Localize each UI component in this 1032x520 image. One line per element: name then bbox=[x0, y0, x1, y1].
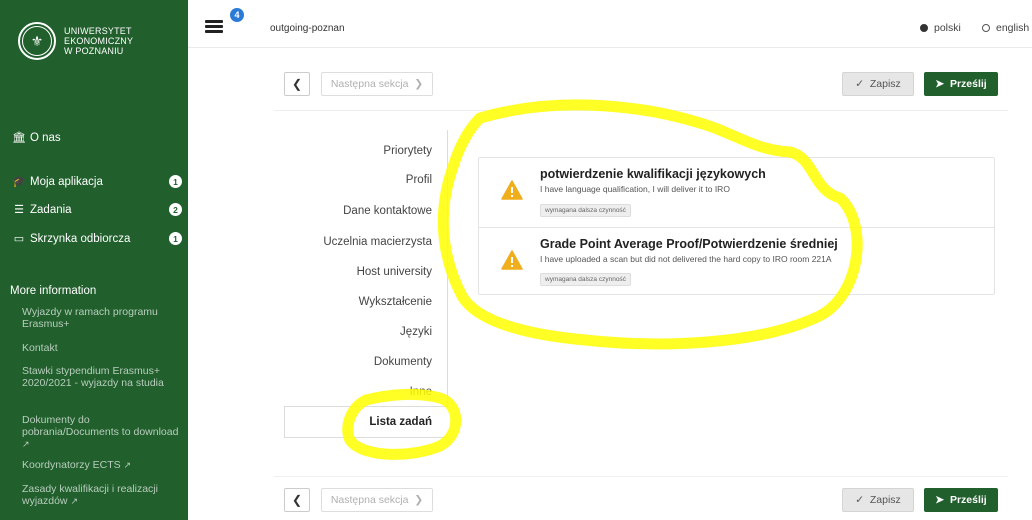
sidebar-item-label: O nas bbox=[30, 131, 61, 144]
logo-line-3: W POZNANIU bbox=[64, 46, 124, 56]
previous-section-button[interactable]: ❮ bbox=[284, 488, 310, 512]
hamburger-menu-icon[interactable] bbox=[205, 20, 223, 33]
section-lista-zadan[interactable]: Lista zadań bbox=[0, 416, 432, 428]
save-button[interactable]: ✓ Zapisz bbox=[842, 72, 914, 96]
save-label: Zapisz bbox=[869, 78, 901, 90]
submit-label: Prześlij bbox=[949, 494, 987, 506]
external-link-icon: ↗ bbox=[70, 496, 78, 506]
section-dane-kontaktowe[interactable]: Dane kontaktowe bbox=[0, 205, 432, 217]
paper-plane-icon: ➤ bbox=[935, 78, 945, 90]
more-link-ects-coordinators[interactable]: Koordynatorzy ECTS ↗ bbox=[22, 459, 182, 471]
top-bar: 4 outgoing-poznan polski english bbox=[188, 0, 1032, 48]
more-link-label: Koordynatorzy ECTS bbox=[22, 459, 121, 471]
task-item[interactable]: potwierdzenie kwalifikacji językowych I … bbox=[479, 158, 994, 227]
sidebar: ⚜ UNIWERSYTET EKONOMICZNY W POZNANIU 🏛 O… bbox=[0, 0, 188, 520]
chevron-right-icon: ❯ bbox=[414, 494, 424, 506]
task-description: I have uploaded a scan but did not deliv… bbox=[540, 254, 832, 264]
university-logo[interactable]: ⚜ UNIWERSYTET EKONOMICZNY W POZNANIU bbox=[18, 22, 133, 60]
chevron-left-icon: ❮ bbox=[291, 77, 303, 91]
previous-section-button[interactable]: ❮ bbox=[284, 72, 310, 96]
section-profil[interactable]: Profil bbox=[0, 174, 432, 186]
divider bbox=[274, 110, 1008, 111]
more-link-kontakt[interactable]: Kontakt bbox=[22, 342, 182, 354]
radio-selected-icon bbox=[920, 24, 928, 32]
lang-option-polski[interactable]: polski bbox=[920, 22, 961, 34]
warning-icon bbox=[501, 250, 523, 270]
breadcrumb: outgoing-poznan bbox=[270, 23, 345, 34]
task-list: potwierdzenie kwalifikacji językowych I … bbox=[478, 157, 995, 295]
university-seal-icon: ⚜ bbox=[18, 22, 56, 60]
lang-label: polski bbox=[934, 22, 961, 34]
next-section-label: Następna sekcja bbox=[330, 78, 409, 90]
task-description: I have language qualification, I will de… bbox=[540, 184, 730, 194]
section-host-university[interactable]: Host university bbox=[0, 266, 432, 278]
status-tag: wymagana dalsza czynność bbox=[540, 273, 631, 286]
checkmark-icon: ✓ bbox=[855, 78, 865, 90]
sidebar-item-o-nas[interactable]: 🏛 O nas bbox=[12, 131, 182, 145]
external-link-icon: ↗ bbox=[123, 460, 132, 470]
section-inne[interactable]: Inne bbox=[0, 386, 432, 398]
section-wyksztalcenie[interactable]: Wykształcenie bbox=[0, 296, 432, 308]
logo-line-2: EKONOMICZNY bbox=[64, 36, 134, 46]
next-section-label: Następna sekcja bbox=[330, 494, 409, 506]
chevron-right-icon: ❯ bbox=[414, 78, 424, 90]
next-section-button[interactable]: Następna sekcja ❯ bbox=[321, 72, 433, 96]
paper-plane-icon: ➤ bbox=[935, 494, 945, 506]
task-title: potwierdzenie kwalifikacji językowych bbox=[540, 167, 766, 181]
warning-icon bbox=[501, 180, 523, 200]
lang-option-english[interactable]: english bbox=[982, 22, 1029, 34]
submit-button[interactable]: ➤ Prześlij bbox=[924, 72, 998, 96]
more-link-qualification-rules[interactable]: Zasady kwalifikacji i realizacji wyjazdó… bbox=[22, 483, 182, 507]
notification-badge[interactable]: 4 bbox=[230, 8, 244, 22]
divider bbox=[274, 476, 1008, 477]
lang-label: english bbox=[996, 22, 1030, 34]
checkmark-icon: ✓ bbox=[855, 494, 865, 506]
section-priorytety[interactable]: Priorytety bbox=[0, 145, 432, 157]
submit-label: Prześlij bbox=[949, 78, 987, 90]
save-label: Zapisz bbox=[869, 494, 901, 506]
next-section-button[interactable]: Następna sekcja ❯ bbox=[321, 488, 433, 512]
chevron-left-icon: ❮ bbox=[291, 493, 303, 507]
more-link-label: Zasady kwalifikacji i realizacji wyjazdó… bbox=[22, 483, 158, 507]
task-title: Grade Point Average Proof/Potwierdzenie … bbox=[540, 237, 838, 251]
save-button[interactable]: ✓ Zapisz bbox=[842, 488, 914, 512]
institution-icon: 🏛 bbox=[12, 132, 26, 144]
radio-unselected-icon bbox=[982, 24, 990, 32]
external-link-icon: ↗ bbox=[22, 439, 30, 449]
status-tag: wymagana dalsza czynność bbox=[540, 204, 631, 217]
section-dokumenty[interactable]: Dokumenty bbox=[0, 356, 432, 368]
section-uczelnia-macierzysta[interactable]: Uczelnia macierzysta bbox=[0, 236, 432, 248]
logo-line-1: UNIWERSYTET bbox=[64, 26, 132, 36]
section-jezyki[interactable]: Języki bbox=[0, 326, 432, 338]
submit-button[interactable]: ➤ Prześlij bbox=[924, 488, 998, 512]
task-item[interactable]: Grade Point Average Proof/Potwierdzenie … bbox=[479, 227, 994, 296]
